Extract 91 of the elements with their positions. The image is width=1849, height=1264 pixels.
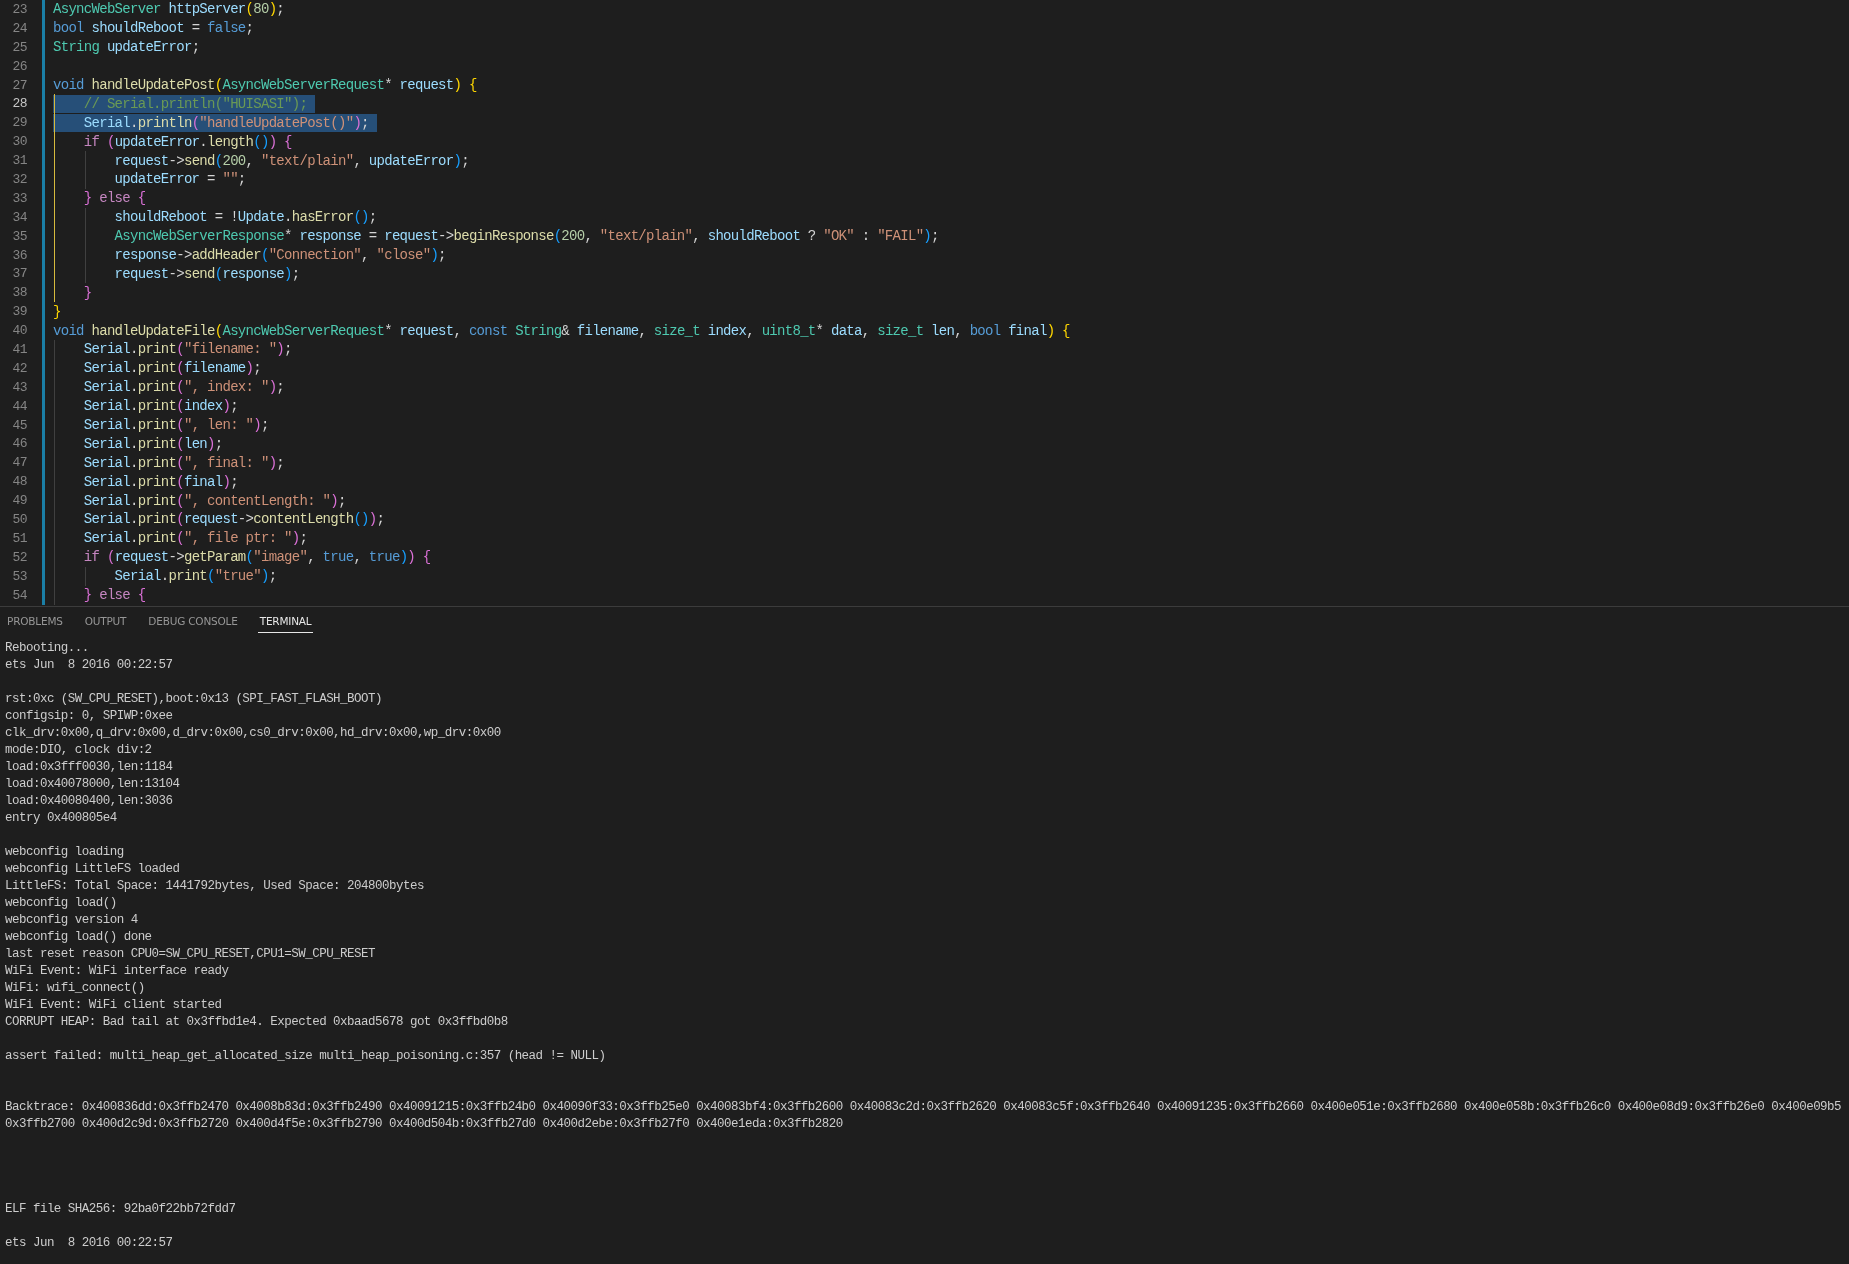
- terminal-line: WiFi: wifi_connect(): [5, 980, 146, 997]
- code-line: Serial.print(len);: [82, 434, 223, 453]
- terminal-line: ets Jun 8 2016 00:22:57: [5, 1235, 174, 1252]
- code-line: void handleUpdatePost(AsyncWebServerRequest* request) {: [53, 76, 477, 94]
- code-line: }: [53, 302, 61, 321]
- line-number: 35: [11, 228, 27, 244]
- code-line: shouldReboot = !Update.hasError();: [113, 208, 377, 227]
- line-number: 49: [11, 493, 27, 509]
- code-line: Serial.print("filename: ");: [82, 340, 292, 359]
- panel-tab[interactable]: OUTPUT: [82, 613, 129, 633]
- code-line: Serial.print(", contentLength: ");: [82, 491, 346, 510]
- terminal-line: webconfig load(): [5, 895, 118, 912]
- line-number: 24: [11, 20, 27, 36]
- code-line: response->addHeader("Connection", "close");: [113, 246, 446, 264]
- terminal-line: Backtrace: 0x400836dd:0x3ffb2470 0x4008b83d:0x3ffb2490 0x40091215:0x3ffb24b0 0x40090f33:0x3ffb25e0 0x40083bf4:0x3ffb2600 0x40083c2d:0x3ffb2620 0x40083c5f:0x3ffb2640 0x40091235:0x3ffb2660 0x400e051e:0x3ffb2680 0x400e058b:0x3ffb26c0 0x400e08d9:0x3ffb26e0 0x400e09b5: [5, 1099, 1843, 1116]
- terminal-line: 0x3ffb2700 0x400d2c9d:0x3ffb2720 0x400d4f5e:0x3ffb2790 0x400d504b:0x3ffb27d0 0x400d2ebe:0x3ffb27f0 0x400e1eda:0x3ffb2820: [5, 1116, 844, 1133]
- line-number: 36: [11, 247, 27, 263]
- code-line: Serial.print("true");: [113, 567, 277, 586]
- terminal-line: rst:0xc (SW_CPU_RESET),boot:0x13 (SPI_FAST_FLASH_BOOT): [5, 691, 383, 708]
- terminal-line: load:0x40080400,len:3036: [5, 793, 174, 810]
- terminal-line: ets Jun 8 2016 00:22:57: [5, 657, 174, 674]
- code-line: String updateError;: [53, 38, 200, 57]
- line-number: 41: [11, 341, 27, 357]
- terminal-line: assert failed: multi_heap_get_allocated_size multi_heap_poisoning.c:357 (head != NULL): [5, 1048, 607, 1065]
- terminal-line: entry 0x400805e4: [5, 810, 118, 827]
- terminal-line: clk_drv:0x00,q_drv:0x00,d_drv:0x00,cs0_drv:0x00,hd_drv:0x00,wp_drv:0x00: [5, 725, 502, 742]
- code-line: if (updateError.length()) {: [82, 132, 292, 151]
- code-line: } else {: [82, 586, 146, 605]
- line-number: 29: [11, 115, 27, 131]
- terminal-line: load:0x3fff0030,len:1184: [5, 759, 174, 776]
- code-line: Serial.print(", index: ");: [82, 378, 285, 397]
- terminal-line: Rebooting...: [5, 640, 90, 657]
- terminal-line: configsip: 0, SPIWP:0xee: [5, 708, 174, 725]
- terminal-line: ELF file SHA256: 92ba0f22bb72fdd7: [5, 1201, 237, 1218]
- terminal-line: CORRUPT HEAP: Bad tail at 0x3ffbd1e4. Expected 0xbaad5678 got 0x3ffbd0b8: [5, 1014, 509, 1031]
- code-line: request->send(200, "text/plain", updateError);: [113, 151, 469, 170]
- line-number: 30: [11, 134, 27, 150]
- line-number: 45: [11, 417, 27, 433]
- terminal-line: webconfig load() done: [5, 929, 153, 946]
- line-number: 48: [11, 474, 27, 490]
- line-number: 42: [11, 360, 27, 376]
- line-number: 39: [11, 304, 27, 320]
- line-number: 47: [11, 455, 27, 471]
- code-line: Serial.print(", final: ");: [82, 453, 285, 472]
- terminal-line: load:0x40078000,len:13104: [5, 776, 181, 793]
- code-line: updateError = "";: [113, 170, 246, 189]
- line-number: 52: [11, 549, 27, 565]
- terminal-line: mode:DIO, clock div:2: [5, 742, 153, 759]
- line-number: 32: [11, 171, 27, 187]
- panel-tab[interactable]: TERMINAL: [257, 613, 314, 633]
- terminal-line: webconfig loading: [5, 844, 125, 861]
- line-number: 31: [11, 153, 27, 169]
- line-number: 43: [11, 379, 27, 395]
- code-line: AsyncWebServer httpServer(80);: [53, 0, 285, 19]
- line-number: 28: [11, 96, 27, 112]
- line-number: 46: [11, 436, 27, 452]
- line-number: 37: [11, 266, 27, 282]
- terminal-line: WiFi Event: WiFi interface ready: [5, 963, 230, 980]
- code-line: Serial.print(final);: [82, 472, 238, 491]
- line-number: 44: [11, 398, 27, 414]
- code-line: } else {: [82, 189, 146, 208]
- line-number: 26: [11, 58, 27, 74]
- code-line: void handleUpdateFile(AsyncWebServerRequest* request, const String& filename, size_t index, uint8_t* data, size_t len, bool final) {: [53, 321, 1070, 340]
- code-line: request->send(response);: [113, 264, 300, 283]
- line-number: 38: [11, 285, 27, 301]
- panel-tab[interactable]: DEBUG CONSOLE: [146, 613, 240, 633]
- code-line: Serial.print(filename);: [82, 359, 261, 378]
- line-number: 54: [11, 587, 27, 603]
- code-line: Serial.print(request->contentLength());: [82, 510, 385, 529]
- code-line: if (request->getParam("image", true, true)) {: [82, 548, 431, 567]
- terminal-line: webconfig LittleFS loaded: [5, 861, 181, 878]
- code-line: Serial.print(", file ptr: ");: [82, 529, 308, 548]
- line-number: 33: [11, 190, 27, 206]
- terminal-line: webconfig version 4: [5, 912, 139, 929]
- line-number: 25: [11, 39, 27, 55]
- line-number: 53: [11, 568, 27, 584]
- line-number: 51: [11, 530, 27, 546]
- line-number: 27: [11, 77, 27, 93]
- code-line: }: [82, 283, 92, 302]
- panel-tab[interactable]: PROBLEMS: [5, 613, 65, 633]
- terminal-line: WiFi Event: WiFi client started: [5, 997, 223, 1014]
- code-line: Serial.print(index);: [82, 397, 238, 416]
- code-line: Serial.print(", len: ");: [82, 416, 269, 435]
- code-line: AsyncWebServerResponse* response = request->beginResponse(200, "text/plain", shouldReboot ? "OK" : "FAIL");: [113, 227, 939, 246]
- line-number: 34: [11, 209, 27, 225]
- line-number: 50: [11, 512, 27, 527]
- terminal-line: LittleFS: Total Space: 1441792bytes, Used Space: 204800bytes: [5, 878, 425, 895]
- terminal-line: last reset reason CPU0=SW_CPU_RESET,CPU1=SW_CPU_RESET: [5, 946, 376, 963]
- line-number: 23: [11, 1, 27, 17]
- code-line: bool shouldReboot = false;: [53, 19, 254, 38]
- line-number: 40: [11, 323, 27, 339]
